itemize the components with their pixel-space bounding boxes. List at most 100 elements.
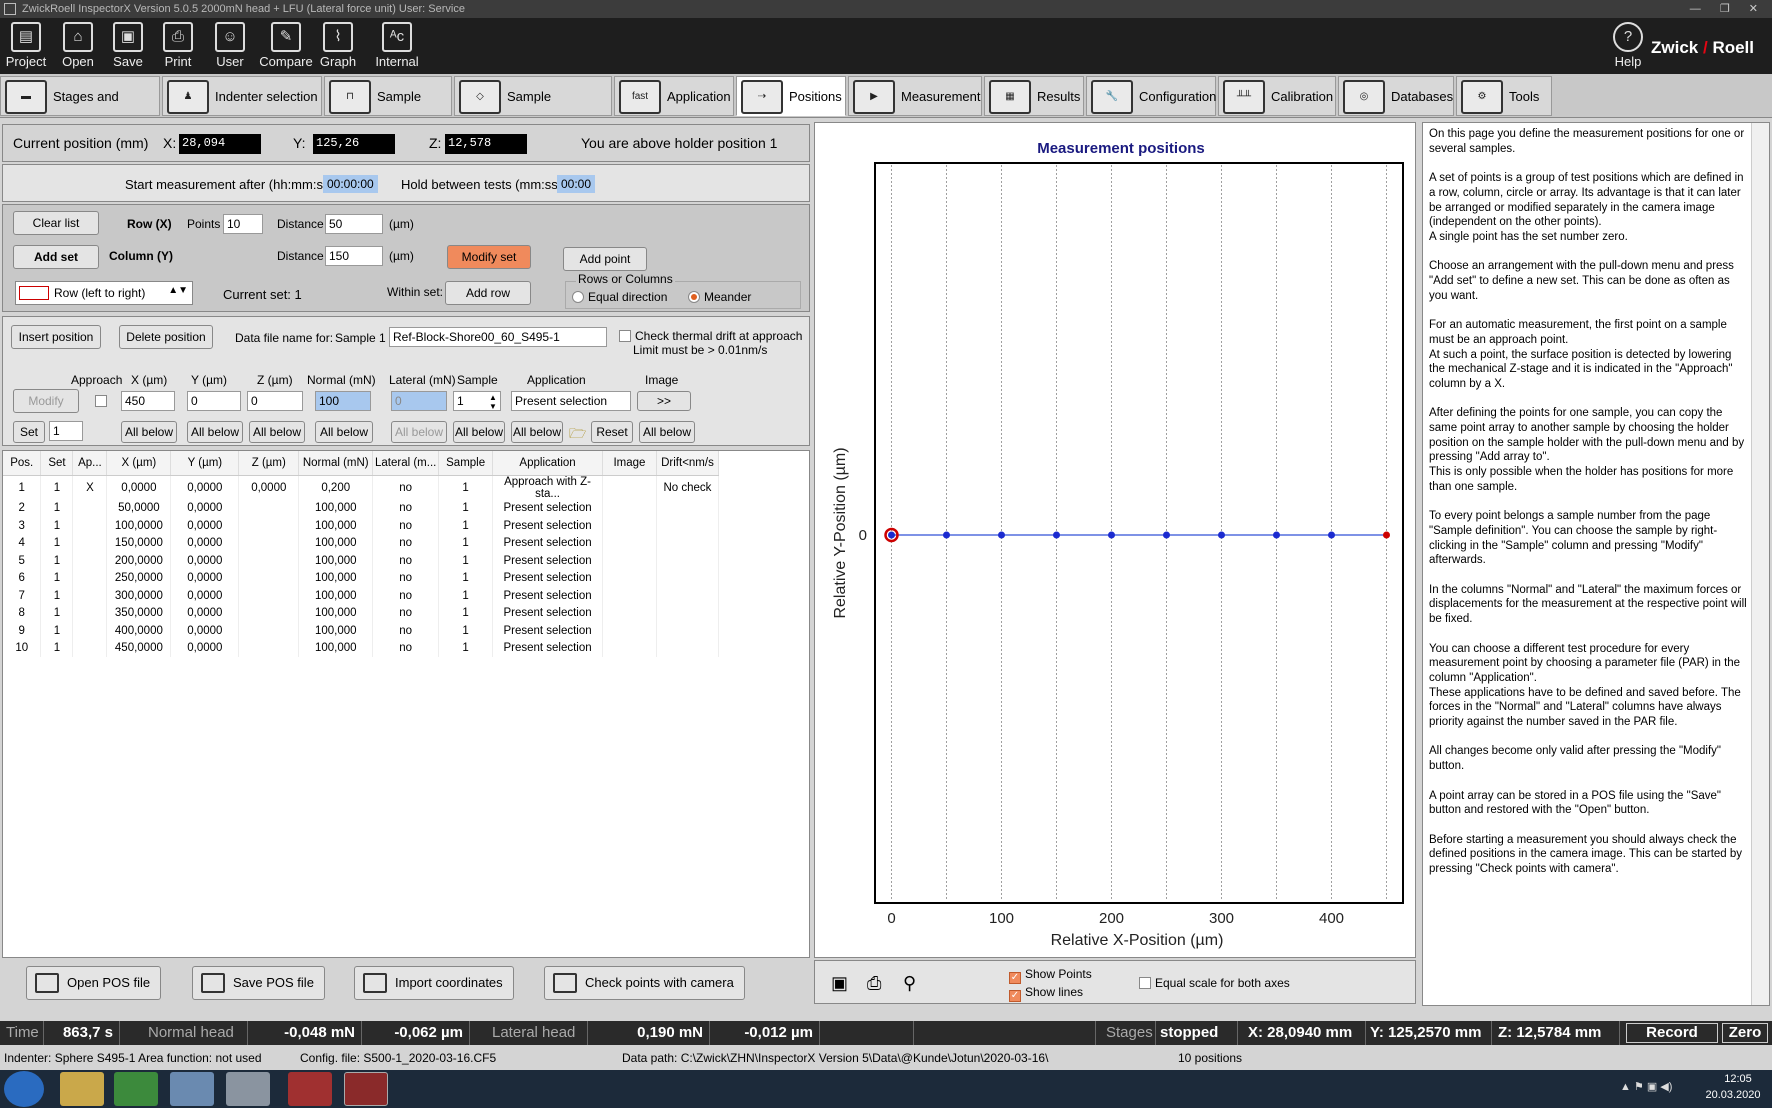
data-point[interactable] (888, 531, 895, 539)
table-row[interactable]: 5 1 200,0000 0,0000 100,000 no 1 Present select… (3, 552, 720, 570)
lateral-input[interactable]: 0 (391, 391, 447, 411)
equal-direction-radio[interactable]: Equal direction (572, 290, 667, 304)
table-row[interactable]: 2 1 50,0000 0,0000 100,000 no 1 Present selecti… (3, 499, 720, 517)
column-header[interactable]: Image (602, 451, 657, 476)
column-header[interactable]: Ap... (72, 451, 108, 476)
project-button[interactable]: ▤ Project (0, 20, 52, 72)
tab-sample-properties[interactable]: ◇Sample properties (454, 76, 612, 144)
check-points-camera-button[interactable]: Check points with camera (544, 966, 745, 1000)
image-browse-button[interactable]: >> (637, 391, 691, 411)
all-below-x-button[interactable]: All below (121, 421, 177, 443)
column-header[interactable]: Y (µm) (170, 451, 240, 476)
table-row[interactable]: 3 1 100,0000 0,0000 100,000 no 1 Present select… (3, 517, 720, 535)
all-below-lateral-button[interactable]: All below (391, 421, 447, 443)
print-button[interactable]: ⎙ Print (152, 20, 204, 72)
start-button[interactable] (4, 1071, 44, 1107)
all-below-normal-button[interactable]: All below (315, 421, 373, 443)
modify-set-button[interactable]: Modify set (447, 245, 531, 269)
inspectorx-taskbar-icon[interactable] (344, 1072, 388, 1106)
set-button[interactable]: Set (13, 421, 45, 443)
tab-indenter-selection[interactable]: ♟ Indenter selection (162, 76, 322, 116)
data-point[interactable] (1273, 531, 1280, 539)
insert-position-button[interactable]: Insert position (11, 325, 101, 349)
points-input[interactable]: 10 (223, 214, 263, 234)
open-button[interactable]: ⌂ Open (52, 20, 104, 72)
pattern-dropdown[interactable]: Row (left to right) ▲▼ (15, 281, 193, 305)
chrome-taskbar-icon[interactable] (114, 1072, 158, 1106)
column-header[interactable]: Lateral (m... (372, 451, 440, 476)
data-point[interactable] (1053, 531, 1060, 539)
show-points-checkbox[interactable]: ✓ Show Points (1009, 967, 1092, 984)
data-file-input[interactable]: Ref-Block-Shore00_60_S495-1 (389, 327, 607, 347)
user-button[interactable]: ☺ User (204, 20, 256, 72)
explorer-taskbar-icon[interactable] (60, 1072, 104, 1106)
tab-tools[interactable]: ⚙ Tools (1456, 76, 1552, 116)
column-header[interactable]: Set (40, 451, 74, 476)
graph-button[interactable]: ⌇ Graph (312, 20, 364, 72)
tab-databases[interactable]: ◎ Databases (1338, 76, 1454, 116)
help-button[interactable]: ? Help (1602, 20, 1654, 72)
tab-configuration[interactable]: 🔧 Configuration (1086, 76, 1216, 116)
table-row[interactable]: 1 1 X 0,0000 0,0000 0,0000 0,200 no 1 Approach wi… (3, 475, 720, 500)
import-coordinates-button[interactable]: Import coordinates (354, 966, 514, 1000)
table-row[interactable]: 9 1 400,0000 0,0000 100,000 no 1 Present select… (3, 622, 720, 640)
calculator-taskbar-icon[interactable] (170, 1072, 214, 1106)
tab-calibration[interactable]: ╨╨ Calibration (1218, 76, 1336, 116)
column-header[interactable]: Pos. (3, 451, 42, 476)
equal-scale-checkbox[interactable]: Equal scale for both axes (1139, 976, 1290, 990)
tab-positions[interactable]: ⇢ Positions (736, 76, 846, 116)
folder-icon[interactable]: 🗁 (569, 423, 586, 447)
column-distance-input[interactable]: 150 (325, 246, 383, 266)
table-row[interactable]: 8 1 350,0000 0,0000 100,000 no 1 Present select… (3, 604, 720, 622)
help-scrollbar[interactable] (1751, 123, 1769, 1005)
add-point-button[interactable]: Add point (563, 247, 647, 271)
save-button[interactable]: ▣ Save (102, 20, 154, 72)
zwick-taskbar-icon[interactable] (288, 1072, 332, 1106)
application-input[interactable]: Present selection (511, 391, 631, 411)
compare-button[interactable]: ✎ Compare (258, 20, 314, 72)
row-distance-input[interactable]: 50 (325, 214, 383, 234)
y-input[interactable]: 0 (187, 391, 241, 411)
tab-stages-and-optics[interactable]: ▬Stages and Optics (0, 76, 160, 144)
tray-icons[interactable]: ▲ ⚑ ▣ ◀) (1620, 1080, 1672, 1093)
x-input[interactable]: 450 (121, 391, 175, 411)
meander-radio[interactable]: Meander (688, 290, 751, 304)
print-chart-icon[interactable]: ⎙ (867, 973, 881, 994)
column-header[interactable]: Z (µm) (238, 451, 300, 476)
all-below-application-button[interactable]: All below (511, 421, 563, 443)
pin-icon[interactable]: ⚲ (903, 973, 916, 994)
tab-results[interactable]: ▦ Results (984, 76, 1084, 116)
add-row-button[interactable]: Add row (445, 281, 531, 305)
window-controls[interactable]: — ❐ ✕ (1690, 0, 1766, 18)
all-below-y-button[interactable]: All below (187, 421, 243, 443)
open-pos-file-button[interactable]: Open POS file (26, 966, 162, 1000)
column-header[interactable]: Sample (438, 451, 494, 476)
column-header[interactable]: X (µm) (106, 451, 172, 476)
all-below-sample-button[interactable]: All below (453, 421, 505, 443)
save-pos-file-button[interactable]: Save POS file (192, 966, 325, 1000)
add-set-button[interactable]: Add set (13, 245, 99, 269)
tab-measurement[interactable]: ▶ Measurement (848, 76, 982, 116)
approach-checkbox[interactable] (95, 395, 107, 407)
save-chart-icon[interactable]: ▣ (831, 973, 848, 994)
data-point[interactable] (1218, 531, 1225, 539)
table-row[interactable]: 7 1 300,0000 0,0000 100,000 no 1 Present select… (3, 587, 720, 605)
normal-input[interactable]: 100 (315, 391, 371, 411)
table-row[interactable]: 10 1 450,0000 0,0000 100,000 no 1 Present selec… (3, 639, 720, 657)
column-header[interactable]: Normal (mN) (298, 451, 374, 476)
internal-button[interactable]: ᴬc Internal (368, 20, 426, 72)
hold-between-field[interactable]: 00:00 (557, 175, 596, 193)
z-input[interactable]: 0 (247, 391, 303, 411)
all-below-z-button[interactable]: All below (249, 421, 305, 443)
delete-position-button[interactable]: Delete position (119, 325, 213, 349)
table-row[interactable]: 4 1 150,0000 0,0000 100,000 no 1 Present select… (3, 534, 720, 552)
record-button[interactable]: Record (1626, 1023, 1718, 1043)
reset-button[interactable]: Reset (591, 421, 633, 443)
all-below-image-button[interactable]: All below (639, 421, 695, 443)
show-lines-checkbox[interactable]: ✓ Show lines (1009, 985, 1083, 1002)
table-row[interactable]: 6 1 250,0000 0,0000 100,000 no 1 Present select… (3, 569, 720, 587)
start-after-field[interactable]: 00:00:00 (323, 175, 378, 193)
column-header[interactable]: Application (492, 451, 603, 476)
tab-application[interactable]: fast Application (614, 76, 734, 116)
modify-button[interactable]: Modify (13, 389, 79, 413)
